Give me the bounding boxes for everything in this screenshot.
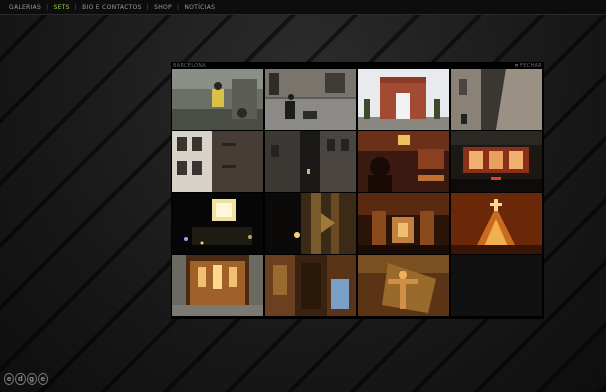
thumbnail-crucifix-sculpture[interactable]	[358, 255, 449, 316]
thumbnail-cathedral-pillar[interactable]	[265, 193, 356, 254]
thumbnail-dark-alley-buildings[interactable]	[265, 131, 356, 192]
site-logo[interactable]: e d g e	[4, 370, 48, 388]
thumbnail-shop-window-night[interactable]	[451, 131, 542, 192]
gallery-panel: BARCELONA ✕ FECHAR	[171, 62, 544, 319]
thumbnail-night-stage-lights[interactable]	[172, 193, 263, 254]
nav-bio-contactos[interactable]: BIO E CONTACTOS	[82, 4, 142, 11]
thumbnail-stained-glass-arch[interactable]	[265, 255, 356, 316]
thumbnail-narrow-street-balconies[interactable]	[172, 131, 263, 192]
thumbnail-golden-altar[interactable]	[451, 193, 542, 254]
top-navigation-bar: GALERIAS | SETS | BIO E CONTACTOS | SHOP…	[0, 0, 606, 15]
thumbnail-arc-de-triomf[interactable]	[358, 69, 449, 130]
thumbnail-church-nave-arches[interactable]	[358, 193, 449, 254]
nav-separator: |	[176, 3, 180, 11]
logo-letter: e	[37, 373, 48, 385]
nav-separator: |	[74, 3, 78, 11]
thumbnail-grid	[172, 69, 542, 316]
nav-separator: |	[146, 3, 150, 11]
nav-separator: |	[46, 3, 49, 11]
thumbnail-street-performer[interactable]	[172, 69, 263, 130]
main-nav: GALERIAS | SETS | BIO E CONTACTOS | SHOP…	[0, 4, 215, 11]
nav-sets[interactable]: SETS	[53, 4, 69, 11]
thumbnail-cafe-interior-person[interactable]	[358, 131, 449, 192]
logo-letter: e	[4, 373, 15, 385]
thumbnail-plaza-scooter[interactable]	[265, 69, 356, 130]
logo-letter: d	[15, 373, 26, 385]
thumbnail-gothic-alley-wall[interactable]	[451, 69, 542, 130]
logo-letter: g	[26, 373, 37, 385]
nav-noticias[interactable]: NOTÍCIAS	[184, 4, 215, 11]
nav-shop[interactable]: SHOP	[154, 4, 172, 11]
thumbnail-empty-slot	[451, 255, 542, 316]
thumbnail-ornate-altarpiece[interactable]	[172, 255, 263, 316]
nav-galerias[interactable]: GALERIAS	[9, 4, 41, 11]
